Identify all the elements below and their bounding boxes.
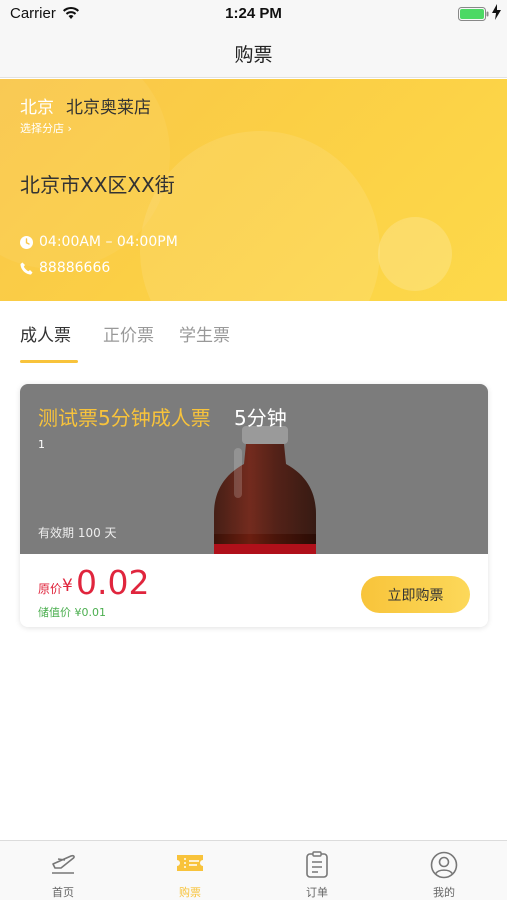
tab-bar-item-profile[interactable]: 我的 bbox=[381, 841, 507, 900]
store-city: 北京 bbox=[20, 98, 54, 118]
navigation-bar: 购票 bbox=[0, 30, 507, 78]
ticket-icon bbox=[177, 855, 203, 871]
store-header: 北京 北京奥莱店 选择分店 › 北京市XX区XX街 04:00AM – 04:0… bbox=[0, 79, 507, 301]
select-branch-link[interactable]: 选择分店 › bbox=[20, 120, 72, 136]
ticket-duration: 5分钟 bbox=[234, 406, 287, 430]
ticket-description: 1 bbox=[38, 438, 45, 451]
store-hours: 04:00AM – 04:00PM bbox=[20, 234, 178, 250]
ticket-image: 测试票5分钟成人票 5分钟 1 有效期 100 天 bbox=[20, 384, 488, 554]
tab-bar-item-tickets[interactable]: 购票 bbox=[127, 841, 253, 900]
user-icon bbox=[430, 851, 458, 879]
decorative-circle bbox=[140, 131, 380, 301]
store-address: 北京市XX区XX街 bbox=[20, 173, 175, 197]
ticket-validity: 有效期 100 天 bbox=[38, 526, 117, 540]
tab-student-ticket[interactable]: 学生票 bbox=[179, 321, 230, 346]
battery-icon bbox=[458, 6, 490, 25]
charging-icon bbox=[492, 4, 501, 24]
stored-value-price: 储值价 ¥0.01 bbox=[38, 606, 106, 619]
status-bar: Carrier 1:24 PM bbox=[0, 0, 507, 30]
hours-text: 04:00AM – 04:00PM bbox=[39, 234, 178, 250]
page-title: 购票 bbox=[234, 44, 273, 66]
ticket-type-tabs: 成人票 正价票 学生票 bbox=[0, 301, 507, 365]
store-phone[interactable]: 88886666 bbox=[20, 260, 110, 276]
ticket-price-area: 原价 ¥ 0.02 储值价 ¥0.01 立即购票 bbox=[20, 554, 488, 627]
buy-now-button[interactable]: 立即购票 bbox=[361, 576, 470, 613]
ticket-price: 0.02 bbox=[76, 563, 150, 602]
price-currency: ¥ bbox=[62, 576, 73, 596]
tab-bar-label: 购票 bbox=[179, 886, 201, 899]
ticket-name: 测试票5分钟成人票 bbox=[38, 406, 211, 430]
active-tab-indicator bbox=[20, 360, 78, 363]
ticket-card[interactable]: 测试票5分钟成人票 5分钟 1 有效期 100 天 原价 ¥ 0.02 储值价 … bbox=[20, 384, 488, 627]
tab-adult-ticket[interactable]: 成人票 bbox=[20, 321, 71, 346]
tab-bar-label: 首页 bbox=[52, 886, 74, 899]
status-time: 1:24 PM bbox=[225, 5, 282, 22]
order-list-icon bbox=[306, 851, 328, 878]
tab-bar-label: 我的 bbox=[433, 886, 455, 899]
tab-bar-item-home[interactable]: 首页 bbox=[0, 841, 126, 900]
tab-bar-label: 订单 bbox=[306, 886, 328, 899]
tab-bar-item-orders[interactable]: 订单 bbox=[254, 841, 380, 900]
phone-text: 88886666 bbox=[39, 260, 111, 276]
clock-icon bbox=[20, 235, 33, 249]
phone-icon bbox=[20, 262, 33, 274]
plane-icon bbox=[52, 854, 75, 874]
tab-regular-ticket[interactable]: 正价票 bbox=[103, 321, 154, 346]
decorative-circle bbox=[378, 217, 452, 291]
original-price-label: 原价 bbox=[38, 582, 63, 596]
store-name: 北京奥莱店 bbox=[66, 98, 151, 118]
bottom-tab-bar: 首页 购票 订单 我的 bbox=[0, 840, 507, 900]
